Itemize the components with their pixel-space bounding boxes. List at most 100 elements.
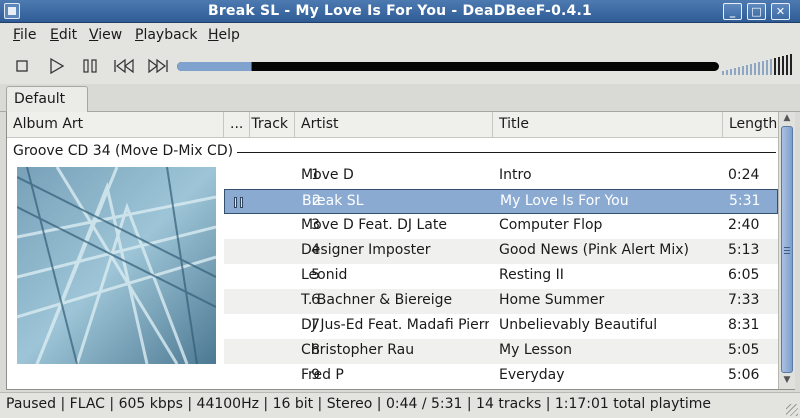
menu-file[interactable]: File [13, 27, 36, 43]
playback-state-indicator [233, 271, 247, 282]
column-length[interactable]: Length [723, 112, 778, 138]
scroll-down-icon[interactable]: ▼ [779, 374, 795, 387]
playback-state-indicator [233, 296, 247, 307]
group-header: Groove CD 34 (Move D-Mix CD) [7, 143, 778, 163]
track-title: Intro [499, 167, 532, 183]
paused-icon [234, 197, 248, 208]
track-title: Computer Flop [499, 217, 603, 233]
track-title: Resting II [499, 267, 564, 283]
play-icon [50, 57, 65, 75]
track-artist: Break SL [302, 193, 364, 209]
volume-bar[interactable] [722, 54, 792, 75]
column-playing[interactable]: ... [224, 112, 250, 138]
track-title: Good News (Pink Alert Mix) [499, 242, 690, 258]
track-length: 8:31 [728, 317, 760, 333]
playlist-header: Album Art ... Track Artist Title Length [7, 112, 778, 138]
track-length: 5:13 [728, 242, 760, 258]
grip-icon [784, 247, 790, 254]
column-artist[interactable]: Artist [295, 112, 493, 138]
track-artist: Designer Imposter [301, 242, 431, 258]
previous-button[interactable] [111, 54, 137, 78]
tab-strip: Default [0, 84, 800, 112]
stop-button[interactable] [9, 54, 35, 78]
track-row[interactable]: 2 Break SL My Love Is For You 5:31 [224, 189, 778, 214]
track-title: My Lesson [499, 342, 573, 358]
volume-level-bar [778, 57, 780, 75]
status-bar: Paused | FLAC | 605 kbps | 44100Hz | 16 … [0, 392, 800, 418]
track-row[interactable]: 7 DJ Jus-Ed Feat. Madafi Pierre Unbelievab… [224, 314, 778, 339]
seek-bar[interactable] [177, 62, 719, 71]
minimize-button[interactable]: _ [723, 3, 742, 20]
playback-state-indicator [233, 346, 247, 357]
playback-state-indicator [233, 171, 247, 182]
volume-level-bar [726, 70, 728, 75]
resize-grip-icon[interactable] [786, 404, 798, 416]
menu-bar: File Edit View Playback Help [0, 23, 800, 48]
track-artist: DJ Jus-Ed Feat. Madafi Pierre [301, 317, 489, 333]
close-button[interactable]: ✕ [771, 3, 790, 20]
track-length: 0:24 [728, 167, 760, 183]
column-track[interactable]: Track [250, 112, 295, 138]
track-row[interactable]: 9 Fred P Everyday 5:06 [224, 364, 778, 389]
minimize-icon: _ [729, 5, 736, 18]
scrollbar-thumb[interactable] [781, 126, 793, 373]
play-button[interactable] [43, 54, 69, 78]
volume-level-bar [722, 71, 724, 75]
volume-level-bar [782, 56, 784, 75]
stop-icon [16, 60, 28, 72]
scroll-up-icon[interactable]: ▲ [779, 112, 795, 125]
volume-level-bar [758, 62, 760, 75]
tab-default[interactable]: Default [6, 86, 88, 112]
volume-level-bar [734, 68, 736, 75]
track-row[interactable]: 4 Designer Imposter Good News (Pink Alert … [224, 239, 778, 264]
volume-level-bar [790, 54, 792, 75]
track-title: Home Summer [499, 292, 605, 308]
volume-level-bar [742, 66, 744, 75]
track-row[interactable]: 8 Christopher Rau My Lesson 5:05 [224, 339, 778, 364]
volume-level-bar [774, 58, 776, 75]
menu-help[interactable]: Help [208, 27, 240, 43]
track-row[interactable]: 1 Move D Intro 0:24 [224, 164, 778, 189]
window-title: Break SL - My Love Is For You - DeaDBeeF… [208, 3, 592, 19]
track-length: 5:06 [728, 367, 760, 383]
pause-button[interactable] [77, 54, 103, 78]
track-artist: Christopher Rau [301, 342, 415, 358]
album-art-image [17, 167, 216, 364]
status-text: Paused | FLAC | 605 kbps | 44100Hz | 16 … [6, 396, 712, 412]
title-bar: Break SL - My Love Is For You - DeaDBeeF… [0, 0, 800, 23]
track-artist: Fred P [301, 367, 344, 383]
menu-edit[interactable]: Edit [50, 27, 77, 43]
menu-playback[interactable]: Playback [135, 27, 197, 43]
close-icon: ✕ [775, 5, 786, 18]
maximize-icon: □ [751, 5, 762, 18]
track-length: 5:05 [728, 342, 760, 358]
playback-state-indicator [233, 321, 247, 332]
vertical-scrollbar[interactable]: ▲ ▼ [778, 112, 795, 389]
seek-progress [177, 62, 253, 71]
pause-icon [83, 59, 97, 73]
volume-level-bar [762, 61, 764, 75]
volume-level-bar [754, 63, 756, 75]
next-button[interactable] [145, 54, 171, 78]
playback-state-indicator [233, 246, 247, 257]
playback-state-indicator [233, 371, 247, 382]
column-title[interactable]: Title [493, 112, 723, 138]
maximize-button[interactable]: □ [747, 3, 766, 20]
volume-level-bar [750, 64, 752, 75]
volume-level-bar [786, 55, 788, 75]
group-title: Groove CD 34 (Move D-Mix CD) [13, 143, 238, 159]
track-row[interactable]: 6 T. Bachner & Biereige Home Summer 7:33 [224, 289, 778, 314]
menu-view[interactable]: View [89, 27, 122, 43]
track-artist: Leonid [301, 267, 348, 283]
playlist[interactable]: Album Art ... Track Artist Title Length … [6, 112, 795, 390]
volume-level-bar [738, 67, 740, 75]
volume-level-bar [770, 59, 772, 75]
track-row[interactable]: 5 Leonid Resting II 6:05 [224, 264, 778, 289]
volume-level-bar [766, 60, 768, 75]
track-length: 6:05 [728, 267, 760, 283]
track-row[interactable]: 3 Move D Feat. DJ Late Computer Flop 2:40 [224, 214, 778, 239]
playback-state-indicator [233, 221, 247, 232]
column-album-art[interactable]: Album Art [7, 112, 224, 138]
track-artist: Move D Feat. DJ Late [301, 217, 447, 233]
volume-level-bar [746, 65, 748, 75]
